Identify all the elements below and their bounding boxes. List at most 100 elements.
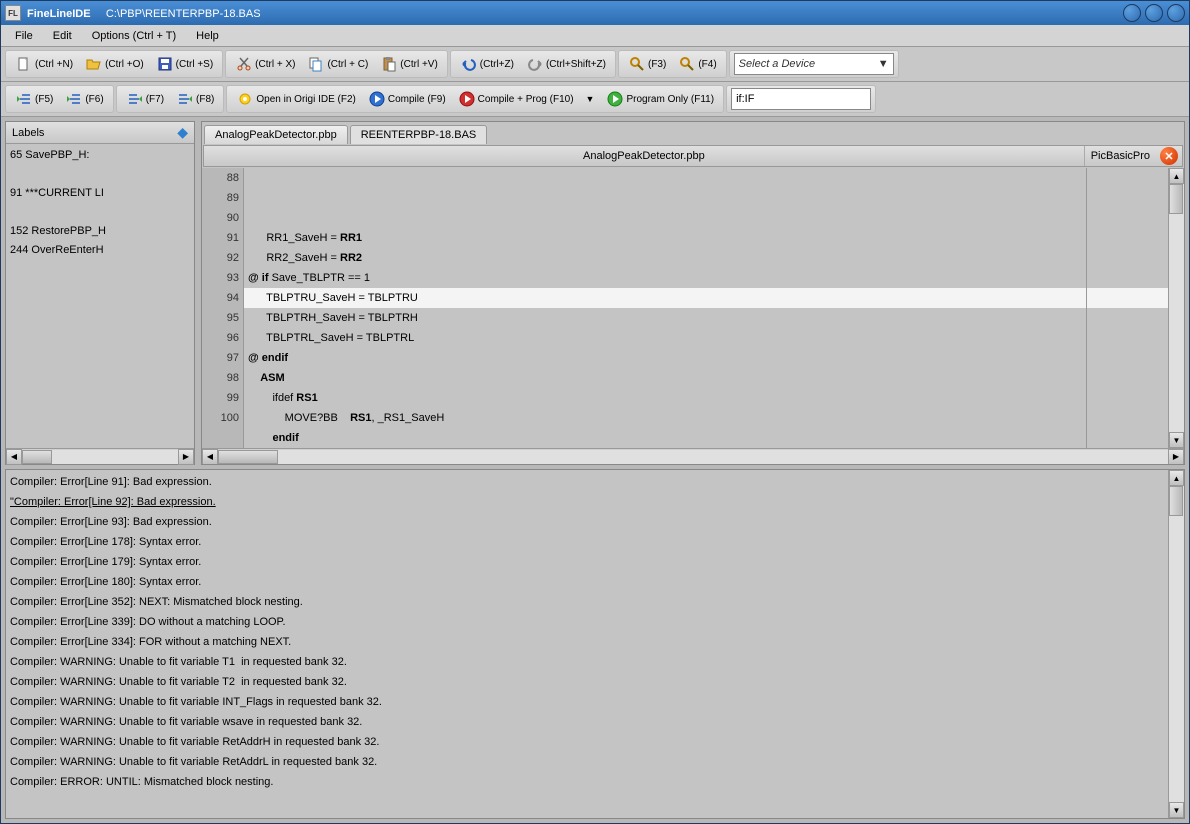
f5-button[interactable]: (F5)	[10, 87, 58, 111]
indent-left-icon	[15, 90, 33, 108]
redo-button[interactable]: (Ctrl+Shift+Z)	[521, 52, 611, 76]
f7-button[interactable]: (F7)	[121, 87, 169, 111]
label-item[interactable]: 91 ***CURRENT LI	[10, 184, 190, 203]
output-line[interactable]: Compiler: WARNING: Unable to fit variabl…	[10, 672, 1164, 692]
if-box[interactable]: if:IF	[731, 88, 871, 110]
menu-help[interactable]: Help	[186, 27, 229, 45]
output-line[interactable]: Compiler: WARNING: Unable to fit variabl…	[10, 652, 1164, 672]
toolbar-2: (F5) (F6) (F7) (F8) Open in Origi IDE (F…	[1, 82, 1189, 117]
vscroll-thumb[interactable]	[1169, 184, 1183, 214]
save-button[interactable]: (Ctrl +S)	[151, 52, 219, 76]
output-line[interactable]: Compiler: WARNING: Unable to fit variabl…	[10, 752, 1164, 772]
output-line[interactable]: Compiler: Error[Line 91]: Bad expression…	[10, 472, 1164, 492]
label-item[interactable]	[10, 203, 190, 222]
output-panel: Compiler: Error[Line 91]: Bad expression…	[5, 469, 1185, 819]
open-button[interactable]: (Ctrl +O)	[80, 52, 149, 76]
code-line[interactable]: TBLPTRL_SaveH = TBLPTRL	[244, 328, 1168, 348]
new-file-icon	[15, 55, 33, 73]
scroll-left-icon[interactable]: ◀	[202, 449, 218, 465]
scroll-down-icon[interactable]: ▼	[1169, 432, 1184, 448]
tab-analog[interactable]: AnalogPeakDetector.pbp	[204, 125, 348, 144]
output-vscroll[interactable]: ▲ ▼	[1168, 470, 1184, 818]
doc-title-row: AnalogPeakDetector.pbp PicBasicPro ✕	[203, 145, 1183, 167]
output-line[interactable]: Compiler: Error[Line 179]: Syntax error.	[10, 552, 1164, 572]
save-icon	[156, 55, 174, 73]
scroll-thumb[interactable]	[22, 450, 52, 464]
output-line[interactable]: Compiler: Error[Line 178]: Syntax error.	[10, 532, 1164, 552]
titlebar-text: FineLineIDE C:\PBP\REENTERPBP-18.BAS	[27, 6, 1123, 20]
code-line[interactable]: RR1_SaveH = RR1	[244, 228, 1168, 248]
sun-icon	[236, 90, 254, 108]
copy-button[interactable]: (Ctrl + C)	[302, 52, 373, 76]
scroll-up-icon[interactable]: ▲	[1169, 470, 1184, 486]
tab-reenter[interactable]: REENTERPBP-18.BAS	[350, 125, 488, 144]
code-container: 888990919293949596979899100 RR1_SaveH = …	[202, 168, 1184, 448]
code-line[interactable]: ASM	[244, 368, 1168, 388]
device-select[interactable]: Select a Device ▼	[734, 53, 894, 75]
f8-button[interactable]: (F8)	[171, 87, 219, 111]
label-item[interactable]	[10, 165, 190, 184]
output-line[interactable]: Compiler: WARNING: Unable to fit variabl…	[10, 692, 1164, 712]
dropdown-arrow[interactable]: ▼	[581, 87, 600, 111]
titlebar: FL FineLineIDE C:\PBP\REENTERPBP-18.BAS	[1, 1, 1189, 25]
close-tab-button[interactable]: ✕	[1160, 147, 1178, 165]
new-button[interactable]: (Ctrl +N)	[10, 52, 78, 76]
output-line[interactable]: Compiler: Error[Line 334]: FOR without a…	[10, 632, 1164, 652]
scroll-down-icon[interactable]: ▼	[1169, 802, 1184, 818]
label-item[interactable]: 244 OverReEnterH	[10, 241, 190, 260]
open-ide-button[interactable]: Open in Origi IDE (F2)	[231, 87, 360, 111]
window-controls	[1123, 4, 1185, 22]
scroll-right-icon[interactable]: ▶	[1168, 449, 1184, 465]
editor-hscroll[interactable]: ◀ ▶	[202, 448, 1184, 464]
labels-header[interactable]: Labels ◆	[6, 122, 194, 144]
code-line[interactable]: MOVE?BB RS1, _RS1_SaveH	[244, 408, 1168, 428]
menu-options[interactable]: Options (Ctrl + T)	[82, 27, 186, 45]
output-line[interactable]: Compiler: Error[Line 180]: Syntax error.	[10, 572, 1164, 592]
output-line[interactable]: Compiler: WARNING: Unable to fit variabl…	[10, 732, 1164, 752]
find-button[interactable]: (F3)	[623, 52, 671, 76]
f6-button[interactable]: (F6)	[60, 87, 108, 111]
paste-button[interactable]: (Ctrl +V)	[375, 52, 443, 76]
maximize-button[interactable]	[1145, 4, 1163, 22]
compiler-output[interactable]: Compiler: Error[Line 91]: Bad expression…	[6, 470, 1168, 818]
code-line[interactable]: endif	[244, 428, 1168, 448]
undo-button[interactable]: (Ctrl+Z)	[455, 52, 519, 76]
compile-button[interactable]: Compile (F9)	[363, 87, 451, 111]
labels-list[interactable]: 65 SavePBP_H: 91 ***CURRENT LI 152 Restore…	[6, 144, 194, 448]
app-icon: FL	[5, 5, 21, 21]
scroll-up-icon[interactable]: ▲	[1169, 168, 1184, 184]
output-line[interactable]: Compiler: ERROR: UNTIL: Mismatched block…	[10, 772, 1164, 792]
editor-vscroll[interactable]: ▲ ▼	[1168, 168, 1184, 448]
labels-hscroll[interactable]: ◀ ▶	[6, 448, 194, 464]
output-line[interactable]: "Compiler: Error[Line 92]: Bad expressio…	[10, 492, 1164, 512]
compile-prog-button[interactable]: Compile + Prog (F10)	[453, 87, 579, 111]
indent-left2-icon	[65, 90, 83, 108]
hscroll-thumb[interactable]	[218, 450, 278, 464]
upper-split: Labels ◆ 65 SavePBP_H: 91 ***CURRENT LI 15…	[1, 117, 1189, 469]
code-line[interactable]: @ if Save_TBLPTR == 1	[244, 268, 1168, 288]
label-item[interactable]: 65 SavePBP_H:	[10, 146, 190, 165]
diamond-icon: ◆	[177, 124, 188, 141]
label-item[interactable]: 152 RestorePBP_H	[10, 222, 190, 241]
scroll-left-icon[interactable]: ◀	[6, 449, 22, 465]
output-line[interactable]: Compiler: WARNING: Unable to fit variabl…	[10, 712, 1164, 732]
close-button[interactable]	[1167, 4, 1185, 22]
code-editor[interactable]: RR1_SaveH = RR1 RR2_SaveH = RR2@ if Save…	[244, 168, 1168, 448]
cut-button[interactable]: (Ctrl + X)	[230, 52, 300, 76]
output-line[interactable]: Compiler: Error[Line 339]: DO without a …	[10, 612, 1164, 632]
output-line[interactable]: Compiler: Error[Line 93]: Bad expression…	[10, 512, 1164, 532]
code-line[interactable]: TBLPTRH_SaveH = TBLPTRH	[244, 308, 1168, 328]
find-next-button[interactable]: (F4)	[673, 52, 721, 76]
code-line[interactable]: RR2_SaveH = RR2	[244, 248, 1168, 268]
program-only-button[interactable]: Program Only (F11)	[601, 87, 719, 111]
code-line[interactable]: TBLPTRU_SaveH = TBLPTRU	[244, 288, 1168, 308]
code-line[interactable]: ifdef RS1	[244, 388, 1168, 408]
minimize-button[interactable]	[1123, 4, 1141, 22]
menu-file[interactable]: File	[5, 27, 43, 45]
code-line[interactable]: @ endif	[244, 348, 1168, 368]
if-label: if:IF	[736, 93, 754, 105]
output-line[interactable]: Compiler: Error[Line 352]: NEXT: Mismatc…	[10, 592, 1164, 612]
menu-edit[interactable]: Edit	[43, 27, 82, 45]
vscroll-thumb[interactable]	[1169, 486, 1183, 516]
scroll-right-icon[interactable]: ▶	[178, 449, 194, 465]
